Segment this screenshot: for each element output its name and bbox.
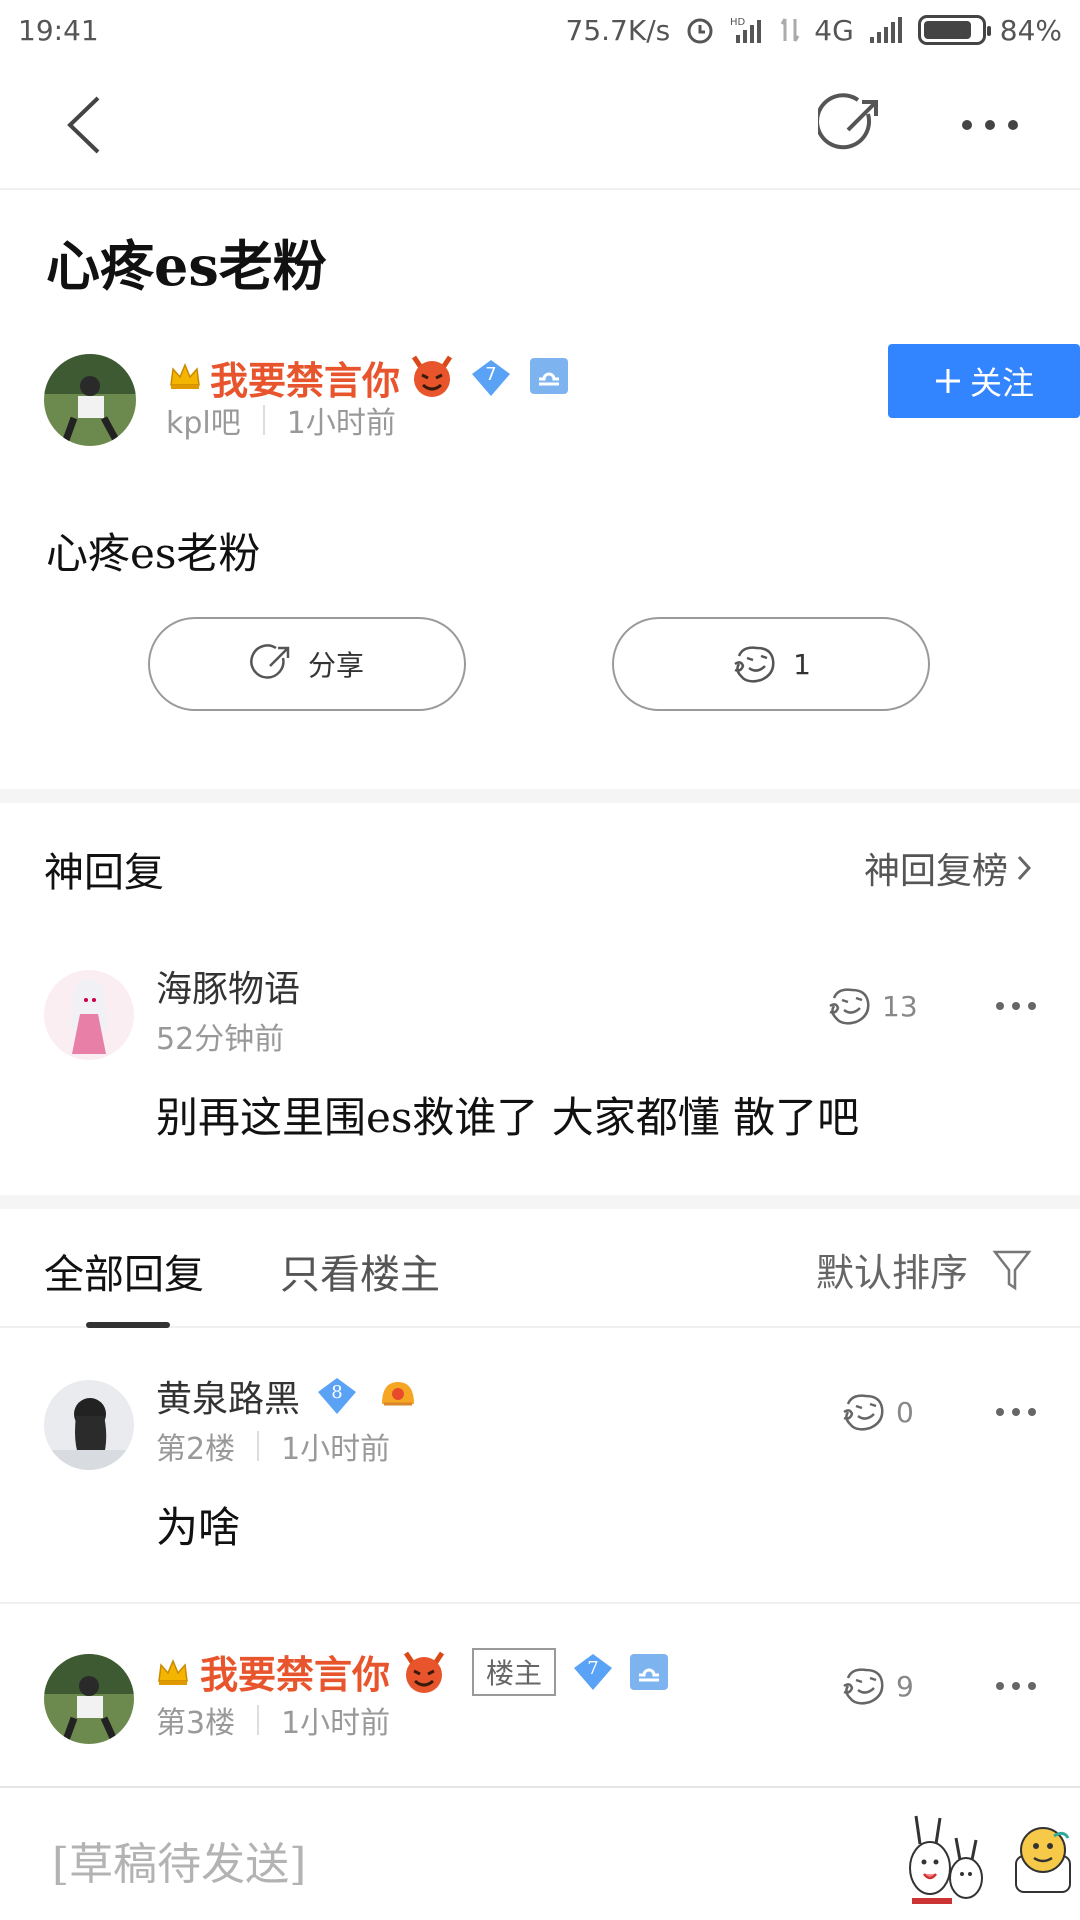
god-reply-item[interactable]: 海豚物语 52分钟前 13 别再这里围es救谁了 大家都懂 散了吧: [0, 960, 1080, 1160]
cell-signal-icon: [868, 15, 904, 45]
floor-number: 第2楼: [156, 1432, 236, 1467]
more-icon[interactable]: [994, 1406, 1038, 1418]
meta-divider: [257, 1705, 260, 1735]
avatar[interactable]: [44, 1654, 134, 1744]
sort-button[interactable]: 默认排序: [816, 1242, 1032, 1297]
plus-icon: [935, 369, 960, 393]
like-button[interactable]: 1: [612, 617, 930, 711]
tab-indicator: [86, 1322, 170, 1328]
level-badge-icon: 7: [572, 1652, 614, 1692]
row-divider: [0, 1602, 1080, 1604]
avatar[interactable]: [44, 970, 134, 1060]
post-time: 1小时前: [286, 406, 396, 441]
reply-author-name[interactable]: 黄泉路黑: [156, 1370, 300, 1422]
devil-emoji-icon: [408, 353, 456, 403]
crown-icon: [168, 361, 202, 395]
reply-item[interactable]: 我要禁言你 楼主 7 第3楼 1小时前 9: [0, 1640, 1080, 1786]
meta-divider: [262, 405, 265, 435]
avatar[interactable]: [44, 354, 136, 446]
share-icon: [250, 644, 290, 679]
network-speed: 75.7K/s: [565, 13, 671, 47]
op-tag: 楼主: [472, 1647, 557, 1696]
author-row: 我要禁言你 7 kpl吧 1小时前 关注: [44, 344, 1080, 450]
libra-icon: [530, 357, 569, 398]
share-icon[interactable]: [815, 90, 888, 160]
reply-author: 我要禁言你 楼主 7: [156, 1644, 669, 1699]
filter-icon: [992, 1250, 1032, 1290]
alarm-icon: [684, 14, 716, 46]
more-icon[interactable]: [955, 105, 1025, 145]
game-badge-icon: [378, 1376, 418, 1417]
reply-like-count: 13: [882, 989, 918, 1023]
god-reply-board-label: 神回复榜: [863, 851, 1008, 892]
section-divider: [0, 1195, 1080, 1209]
crown-icon: [158, 1658, 188, 1685]
post-body: 心疼es老粉: [46, 529, 261, 578]
sticker-bunnies-icon[interactable]: [900, 1808, 996, 1908]
tab-all-replies[interactable]: 全部回复: [44, 1242, 204, 1300]
like-face-icon: [829, 988, 870, 1025]
follow-button[interactable]: 关注: [888, 344, 1080, 418]
like-face-icon: [843, 1394, 884, 1431]
reply-time: 1小时前: [281, 1432, 391, 1467]
reply-time: 1小时前: [281, 1706, 391, 1741]
god-reply-heading: 神回复: [44, 850, 164, 896]
reply-author-name[interactable]: 海豚物语: [156, 960, 300, 1012]
forum-name[interactable]: kpl吧: [166, 398, 241, 442]
battery-icon: [917, 15, 991, 45]
status-bar: 19:41 75.7K/s HD 4G 84%: [0, 0, 1080, 60]
status-time: 19:41: [18, 13, 99, 47]
reply-like-count: 9: [896, 1669, 914, 1703]
back-icon[interactable]: [50, 90, 120, 160]
network-type: 4G: [814, 13, 854, 47]
author-name[interactable]: 我要禁言你: [210, 350, 400, 405]
reply-text: 为啥: [156, 1503, 241, 1552]
sort-label: 默认排序: [815, 1251, 968, 1295]
share-label: 分享: [307, 649, 364, 682]
reply-item[interactable]: 黄泉路黑 8 第2楼 1小时前 0 为啥: [0, 1368, 1080, 1598]
like-face-icon: [843, 1668, 884, 1705]
avatar[interactable]: [44, 1380, 134, 1470]
reply-author: 黄泉路黑 8: [156, 1370, 418, 1422]
section-divider: [0, 789, 1080, 803]
draft-placeholder[interactable]: [草稿待发送]: [52, 1828, 306, 1892]
like-face-icon: [734, 646, 775, 683]
level-number: 7: [587, 1657, 599, 1679]
reply-time: 52分钟前: [156, 1022, 285, 1057]
like-count: 1: [793, 647, 811, 681]
devil-emoji-icon: [403, 1651, 445, 1693]
level-number: 7: [485, 363, 497, 385]
reply-text: 别再这里围es救谁了 大家都懂 散了吧: [156, 1093, 860, 1142]
floor-number: 第3楼: [156, 1706, 236, 1741]
follow-label: 关注: [969, 364, 1034, 402]
reply-author: 海豚物语: [156, 960, 300, 1012]
sticker-emoji-icon[interactable]: [1010, 1816, 1076, 1896]
god-reply-board-link[interactable]: 神回复榜: [864, 842, 1034, 894]
level-badge-icon: 7: [470, 358, 512, 398]
hd-signal-icon: HD: [730, 15, 766, 45]
battery-percent: 84%: [999, 13, 1062, 47]
reply-tabs: 全部回复 只看楼主 默认排序: [0, 1212, 1080, 1328]
reply-input-bar[interactable]: [草稿待发送]: [0, 1786, 1080, 1920]
svg-text:HD: HD: [730, 17, 746, 28]
meta-divider: [257, 1431, 260, 1461]
more-icon[interactable]: [994, 1680, 1038, 1692]
post-title: 心疼es老粉: [46, 234, 327, 298]
chevron-right-icon: [1017, 855, 1032, 881]
reply-like[interactable]: 9: [840, 1664, 914, 1708]
nav-bar: [0, 60, 1080, 190]
tab-only-op[interactable]: 只看楼主: [280, 1242, 440, 1300]
reply-author-name[interactable]: 我要禁言你: [200, 1644, 390, 1699]
reply-like-count: 0: [896, 1395, 914, 1429]
data-arrows-icon: [780, 15, 800, 45]
reply-like[interactable]: 13: [826, 984, 918, 1028]
libra-icon: [630, 1653, 669, 1690]
more-icon[interactable]: [994, 1000, 1038, 1012]
level-badge-icon: 8: [316, 1376, 358, 1416]
level-number: 8: [331, 1382, 343, 1403]
reply-like[interactable]: 0: [840, 1390, 914, 1434]
share-button[interactable]: 分享: [148, 617, 466, 711]
